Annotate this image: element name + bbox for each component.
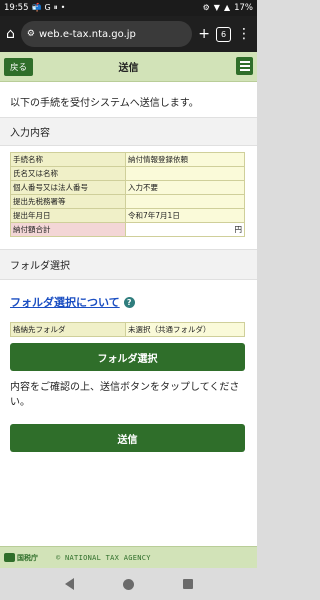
row-value: 令和7年7月1日 <box>125 208 245 223</box>
menu-icon[interactable] <box>236 57 253 75</box>
tab-switcher-button[interactable]: 6 <box>216 26 231 42</box>
system-nav-bar <box>0 568 257 600</box>
home-icon[interactable]: ⌂ <box>6 27 15 41</box>
new-tab-icon[interactable]: + <box>198 27 210 41</box>
more-menu-icon[interactable]: ⋮ <box>237 27 251 41</box>
total-label: 納付額合計 <box>10 222 126 237</box>
signal-icon: ▲ <box>223 3 231 12</box>
browser-toolbar: ⌂ ⚙ web.e-tax.nta.go.jp + 6 ⋮ <box>0 16 257 52</box>
status-bar: 19:55 📬 G ⏸ • ⚙ ▼ ▲ 17% <box>0 0 257 16</box>
send-button[interactable]: 送信 <box>10 424 245 452</box>
input-table: 手続名称 納付情報登録依頼 氏名又は名称 個人番号又は法人番号 入力不要 提出先… <box>10 152 245 237</box>
address-bar[interactable]: ⚙ web.e-tax.nta.go.jp <box>20 21 193 47</box>
row-value <box>125 166 245 181</box>
nta-logo-text: 国税庁 <box>17 553 38 562</box>
intro-text: 以下の手続を受付システムへ送信します。 <box>10 98 199 109</box>
page-content: 戻る 送信 以下の手続を受付システムへ送信します。 入力内容 手続名称 納付情報… <box>0 52 257 568</box>
folder-value: 未選択（共通フォルダ） <box>125 322 245 337</box>
battery-level: 17% <box>234 3 253 13</box>
page-header: 戻る 送信 <box>0 52 257 82</box>
settings-status-icon: ⚙ <box>202 3 210 12</box>
nta-logo: 国税庁 <box>4 553 38 563</box>
url-text: web.e-tax.nta.go.jp <box>38 28 136 40</box>
row-value <box>125 194 245 209</box>
folder-label: 格納先フォルダ <box>10 322 126 337</box>
confirm-text: 内容をご確認の上、送信ボタンをタップしてください。 <box>10 382 240 408</box>
total-value: 円 <box>125 222 245 237</box>
table-row: 氏名又は名称 <box>10 166 245 181</box>
page-footer: 国税庁 © NATIONAL TAX AGENCY <box>0 546 257 568</box>
media-icon: ⏸ <box>53 3 58 12</box>
help-icon[interactable]: ? <box>123 296 135 308</box>
row-value: 入力不要 <box>125 180 245 195</box>
wifi-icon: ▼ <box>213 3 220 12</box>
google-icon: G <box>44 3 51 12</box>
row-label: 手続名称 <box>10 152 126 167</box>
notification-icon: 📬 <box>31 3 42 12</box>
nav-back-icon[interactable] <box>64 578 74 590</box>
folder-section-title: フォルダ選択 <box>0 249 257 280</box>
row-label: 氏名又は名称 <box>10 166 126 181</box>
site-info-icon[interactable]: ⚙ <box>27 29 35 39</box>
folder-select-button[interactable]: フォルダ選択 <box>10 343 245 371</box>
page-title: 送信 <box>118 63 139 74</box>
table-row: 提出年月日 令和7年7月1日 <box>10 208 245 223</box>
nta-logo-icon <box>4 553 15 562</box>
table-row: 提出先税務署等 <box>10 194 245 209</box>
table-row: 格納先フォルダ 未選択（共通フォルダ） <box>10 322 245 337</box>
total-row: 納付額合計 円 <box>10 222 245 237</box>
clock: 19:55 <box>4 3 29 13</box>
folder-help-link[interactable]: フォルダ選択について <box>10 294 120 310</box>
row-value: 納付情報登録依頼 <box>125 152 245 167</box>
input-section-title: 入力内容 <box>0 117 257 146</box>
row-label: 個人番号又は法人番号 <box>10 180 126 195</box>
copyright: © NATIONAL TAX AGENCY <box>56 553 151 562</box>
nav-recents-icon[interactable] <box>182 579 193 589</box>
folder-help-row: フォルダ選択について ? <box>0 280 257 310</box>
row-label: 提出年月日 <box>10 208 126 223</box>
folder-table: 格納先フォルダ 未選択（共通フォルダ） <box>10 322 245 337</box>
row-label: 提出先税務署等 <box>10 194 126 209</box>
table-row: 手続名称 納付情報登録依頼 <box>10 152 245 167</box>
back-button[interactable]: 戻る <box>4 58 34 76</box>
send-area: 送信 <box>0 416 257 462</box>
nav-home-icon[interactable] <box>122 578 134 590</box>
dot-icon: • <box>60 3 66 12</box>
table-row: 個人番号又は法人番号 入力不要 <box>10 180 245 195</box>
